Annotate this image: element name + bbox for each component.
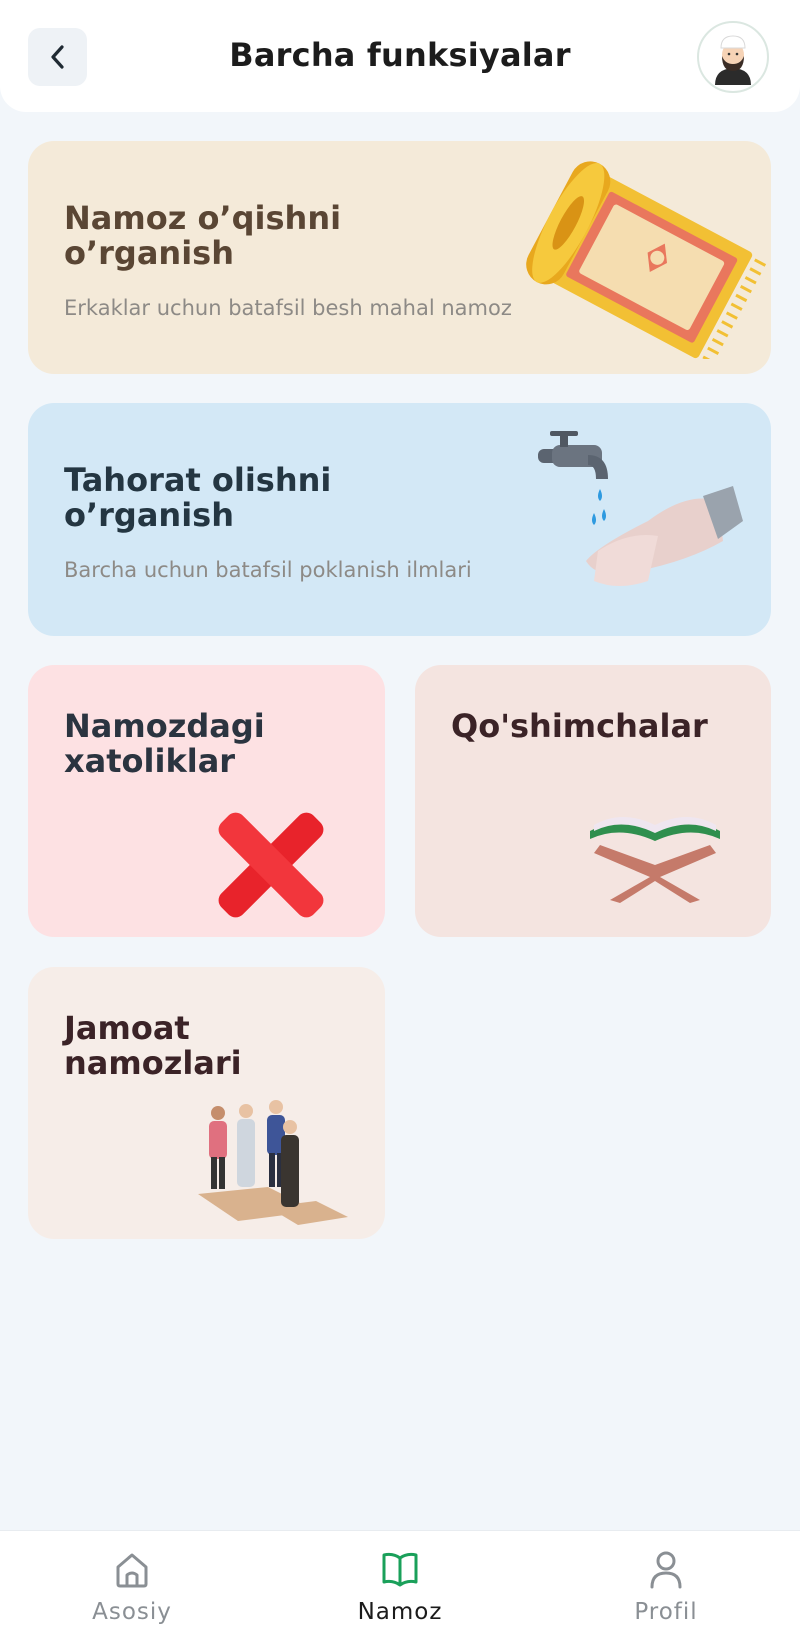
card-tahorat[interactable]: Tahorat olishni o’rganish Barcha uchun b… xyxy=(28,403,771,636)
card-title-line: Qo'shimchalar xyxy=(451,707,708,745)
card-xatolar[interactable]: Namozdagi xatoliklar xyxy=(28,665,385,937)
card-title: Tahorat olishni o’rganish xyxy=(64,463,331,533)
nav-item-asosiy[interactable]: Asosiy xyxy=(32,1531,232,1648)
nav-label: Asosiy xyxy=(92,1599,172,1625)
card-title-line: o’rganish xyxy=(64,496,234,534)
avatar[interactable] xyxy=(697,21,769,93)
card-title-line: namozlari xyxy=(64,1044,242,1082)
bottom-nav: Asosiy Namoz Profil xyxy=(0,1530,800,1648)
book-open-icon xyxy=(380,1549,420,1589)
card-title-line: Namoz o’qishni xyxy=(64,199,342,237)
card-title-line: Tahorat olishni xyxy=(64,461,332,499)
card-namoz[interactable]: Namoz o’qishni o’rganish Erkaklar uchun … xyxy=(28,141,771,374)
card-title-line: xatoliklar xyxy=(64,742,236,780)
card-subtitle: Barcha uchun batafsil poklanish ilmlari xyxy=(64,558,472,582)
page-title: Barcha funksiyalar xyxy=(229,36,571,74)
quran-stand-icon xyxy=(580,795,730,909)
card-subtitle: Erkaklar uchun batafsil besh mahal namoz xyxy=(64,296,512,320)
card-jamoat[interactable]: Jamoat namozlari xyxy=(28,967,385,1239)
user-avatar-icon xyxy=(715,35,751,85)
red-x-icon xyxy=(206,800,336,934)
nav-label: Profil xyxy=(634,1599,698,1625)
card-title: Jamoat namozlari xyxy=(64,1011,242,1081)
user-icon xyxy=(646,1549,686,1589)
card-title: Qo'shimchalar xyxy=(451,709,708,744)
card-title: Namoz o’qishni o’rganish xyxy=(64,201,341,271)
nav-item-profil[interactable]: Profil xyxy=(566,1531,766,1648)
nav-item-namoz[interactable]: Namoz xyxy=(300,1531,500,1648)
card-title-line: Jamoat xyxy=(64,1009,190,1047)
home-icon xyxy=(112,1549,152,1589)
faucet-hands-icon xyxy=(538,431,758,615)
nav-label: Namoz xyxy=(357,1599,443,1625)
card-qoshimcha[interactable]: Qo'shimchalar xyxy=(415,665,771,937)
header-bar: Barcha funksiyalar xyxy=(0,0,800,112)
card-title-line: Namozdagi xyxy=(64,707,265,745)
congregation-icon xyxy=(198,1099,348,1233)
card-title: Namozdagi xatoliklar xyxy=(64,709,265,779)
prayer-rug-icon xyxy=(523,149,771,364)
card-title-line: o’rganish xyxy=(64,234,234,272)
